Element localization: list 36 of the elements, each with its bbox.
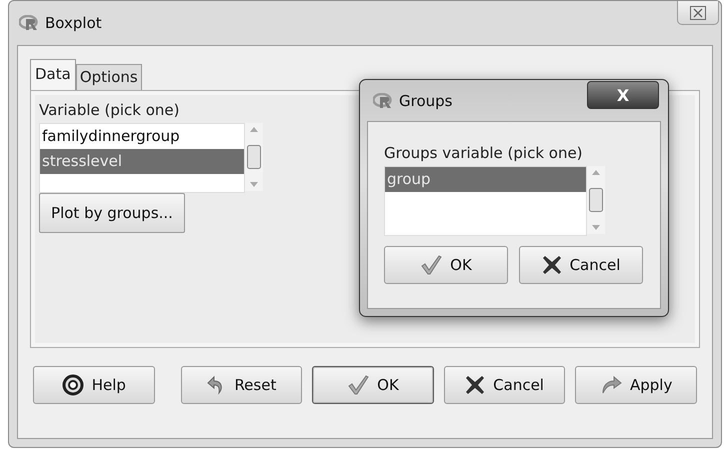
- cancel-button[interactable]: Cancel: [519, 246, 643, 284]
- r-logo-icon: [19, 15, 39, 31]
- cross-icon: [542, 255, 562, 275]
- scroll-thumb[interactable]: [589, 188, 603, 212]
- checkmark-icon: [347, 374, 370, 396]
- tab[interactable]: Options: [76, 64, 142, 90]
- scrollbar[interactable]: [245, 123, 263, 191]
- cross-icon: [465, 375, 486, 395]
- close-icon: [690, 6, 706, 20]
- help-button[interactable]: Help: [33, 366, 155, 404]
- list-item[interactable]: familydinnergroup: [40, 124, 244, 149]
- list-label: Variable (pick one): [39, 101, 180, 119]
- ok-button[interactable]: OK: [384, 246, 508, 284]
- scroll-up-arrow-icon[interactable]: [592, 170, 600, 175]
- reset-button[interactable]: Reset: [180, 366, 302, 404]
- r-logo-icon: [373, 92, 393, 108]
- window-title: Boxplot: [45, 14, 102, 32]
- close-button[interactable]: [677, 1, 719, 25]
- plot-by-groups-button[interactable]: Plot by groups...: [39, 193, 185, 233]
- scroll-up-arrow-icon[interactable]: [250, 127, 258, 132]
- list-item[interactable]: group: [385, 167, 586, 192]
- ok-button[interactable]: OK: [312, 366, 434, 404]
- list-item[interactable]: stresslevel: [40, 149, 244, 174]
- dialog-title: Groups: [399, 92, 452, 110]
- cancel-button[interactable]: Cancel: [444, 366, 566, 404]
- tab[interactable]: Data: [30, 59, 76, 90]
- scrollbar[interactable]: [587, 166, 605, 234]
- apply-button[interactable]: Apply: [575, 366, 697, 404]
- scroll-down-arrow-icon[interactable]: [592, 225, 600, 230]
- scroll-thumb[interactable]: [247, 145, 261, 169]
- scroll-down-arrow-icon[interactable]: [250, 182, 258, 187]
- list-label: Groups variable (pick one): [384, 144, 583, 162]
- close-button[interactable]: X: [587, 81, 659, 109]
- checkmark-icon: [420, 254, 442, 276]
- redo-arrow-icon: [600, 375, 622, 395]
- lifebuoy-icon: [62, 374, 84, 396]
